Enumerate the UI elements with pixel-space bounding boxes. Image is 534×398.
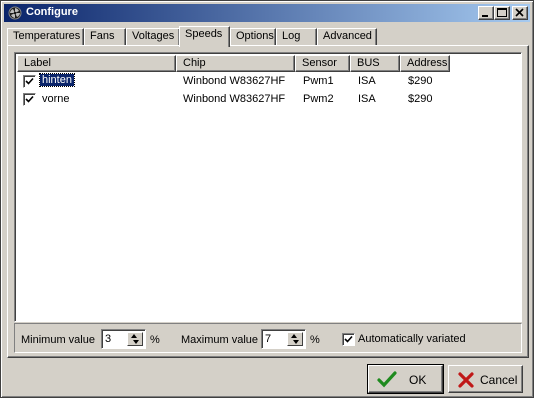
title-bar[interactable]: Configure — [4, 4, 530, 22]
fan-icon — [8, 6, 22, 20]
min-value-spinner[interactable]: 3 — [101, 329, 146, 349]
row-label: vorne — [42, 93, 70, 105]
column-header-address[interactable]: Address — [400, 55, 450, 72]
min-value-unit: % — [150, 334, 160, 346]
column-header-chip[interactable]: Chip — [176, 55, 295, 72]
minimize-button[interactable] — [478, 6, 494, 20]
row-bus: ISA — [358, 75, 376, 87]
configure-window: Configure Temperatures Fans Voltages Spe… — [0, 0, 534, 398]
max-value-unit: % — [310, 334, 320, 346]
list-item[interactable]: hinten Winbond W83627HF Pwm1 ISA $290 — [17, 73, 519, 91]
row-checkbox[interactable] — [23, 75, 36, 88]
tab-options[interactable]: Options — [230, 28, 276, 46]
speed-sensor-list[interactable]: Label Chip Sensor BUS Address hinten Win… — [14, 52, 522, 322]
tab-advanced[interactable]: Advanced — [317, 28, 377, 46]
spin-arrows-icon[interactable] — [127, 332, 143, 346]
checkmark-icon — [25, 95, 34, 103]
close-x-icon — [458, 372, 474, 388]
row-sensor: Pwm2 — [303, 93, 334, 105]
min-value-label: Minimum value — [21, 334, 95, 346]
row-chip: Winbond W83627HF — [183, 75, 286, 87]
column-header-bus[interactable]: BUS — [350, 55, 400, 72]
tab-fans[interactable]: Fans — [84, 28, 126, 46]
maximize-button[interactable] — [494, 6, 510, 20]
close-icon — [515, 8, 524, 17]
maximize-icon — [497, 8, 507, 17]
ok-label: OK — [409, 373, 427, 387]
row-address: $290 — [408, 75, 433, 87]
column-header-sensor[interactable]: Sensor — [295, 55, 350, 72]
cancel-button[interactable]: Cancel — [448, 365, 523, 393]
tab-voltages[interactable]: Voltages — [126, 28, 180, 46]
column-header-label[interactable]: Label — [17, 55, 176, 72]
checkmark-icon — [377, 371, 397, 388]
row-sensor: Pwm1 — [303, 75, 334, 87]
auto-variated-label: Automatically variated — [358, 333, 466, 345]
minimize-icon — [482, 15, 488, 17]
row-label: hinten — [39, 73, 75, 87]
checkmark-icon — [25, 77, 34, 85]
max-value-spinner[interactable]: 7 — [261, 329, 306, 349]
max-value-label: Maximum value — [181, 334, 259, 346]
spin-arrows-icon[interactable] — [287, 332, 303, 346]
list-item[interactable]: vorne Winbond W83627HF Pwm2 ISA $290 — [17, 91, 519, 109]
ok-button[interactable]: OK — [367, 364, 444, 394]
tab-speeds[interactable]: Speeds — [179, 26, 230, 47]
checkmark-icon — [344, 335, 353, 343]
row-checkbox[interactable] — [23, 93, 36, 106]
window-title: Configure — [26, 6, 78, 18]
max-value-field[interactable]: 7 — [265, 333, 271, 345]
row-bus: ISA — [358, 93, 376, 105]
auto-variated-checkbox[interactable] — [342, 333, 355, 346]
row-address: $290 — [408, 93, 433, 105]
cancel-label: Cancel — [480, 373, 518, 387]
close-button[interactable] — [512, 6, 528, 20]
min-value-field[interactable]: 3 — [105, 333, 111, 345]
tab-log[interactable]: Log — [276, 28, 317, 46]
row-chip: Winbond W83627HF — [183, 93, 286, 105]
tab-temperatures[interactable]: Temperatures — [7, 28, 84, 46]
